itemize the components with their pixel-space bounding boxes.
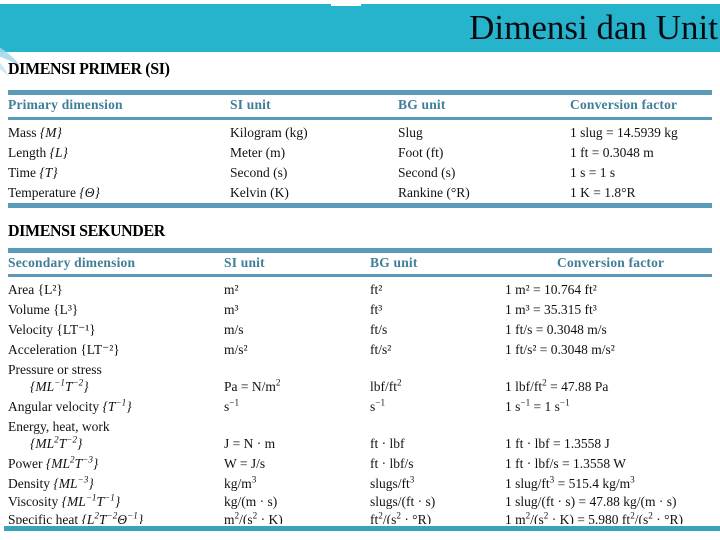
table-row: Temperature {Θ}: [8, 186, 100, 200]
cell-si-unit: Kilogram (kg): [230, 125, 308, 140]
cell-dimension-name: Time: [8, 165, 37, 180]
secondary-col-header-bg: BG unit: [370, 256, 418, 270]
table-row: Volume {L³}: [8, 302, 79, 317]
table-row: Acceleration {LT⁻²}: [8, 342, 120, 357]
section-title-sekunder: DIMENSI SEKUNDER: [8, 221, 165, 240]
page-title: Dimensi dan Unit: [469, 7, 718, 47]
secondary-table-top-rule: [8, 248, 712, 253]
cell-si-unit: m²: [224, 282, 239, 297]
cell-bg-unit: ft/s²: [370, 342, 392, 357]
cell-conversion: 1 ft · lbf/s = 1.3558 W: [505, 456, 626, 471]
cell-bg-unit: ft · lbf: [370, 436, 405, 451]
cell-conversion: 1 K = 1.8°R: [570, 185, 636, 200]
cell-bg-unit: slugs/ft3: [370, 474, 415, 491]
cell-si-unit: m/s: [224, 322, 244, 337]
cell-bg-unit: Rankine (°R): [398, 185, 470, 200]
table-row: Specific heat {L2T−2Θ−1}: [8, 510, 144, 524]
cell-bg-unit: ft2/(s2 · °R): [370, 510, 432, 524]
cell-bg-unit: Foot (ft): [398, 145, 444, 160]
cell-conversion: 1 m2/(s2 · K) = 5.980 ft2/(s2 · °R): [505, 510, 684, 524]
primary-col-header-bg: BG unit: [398, 97, 446, 112]
primary-col-header-si: SI unit: [230, 97, 271, 112]
cell-bg-unit: Slug: [398, 125, 423, 140]
cell-dimension-symbol: {Θ}: [79, 185, 100, 200]
cell-bg-unit: ft²: [370, 282, 383, 297]
secondary-col-header-conversion: Conversion factor: [557, 256, 665, 270]
cell-conversion: 1 ft/s² = 0.3048 m/s²: [505, 342, 615, 357]
cell-conversion: 1 slug = 14.5939 kg: [570, 125, 678, 140]
table-row: Power {ML2T−3}: [8, 454, 99, 471]
cell-si-unit: kg/m3: [224, 474, 257, 491]
cell-dimension-name: Temperature: [8, 185, 77, 200]
cell-conversion: 1 slug/(ft · s) = 47.88 kg/(m · s): [505, 494, 677, 509]
table-row: Length {L}: [8, 146, 68, 160]
table-row: Velocity {LT⁻¹}: [8, 322, 96, 337]
cell-conversion: 1 ft/s = 0.3048 m/s: [505, 322, 607, 337]
cell-si-unit: Second (s): [230, 165, 288, 180]
table-row: Time {T}: [8, 166, 58, 180]
cell-si-unit: J = N · m: [224, 436, 276, 451]
cell-dimension-symbol: {L}: [49, 145, 68, 160]
cell-si-unit: Pa = N/m2: [224, 377, 281, 394]
table-row: Angular velocity {T−1}: [8, 397, 132, 414]
cell-si-unit: m³: [224, 302, 239, 317]
slide-header-band: Dimensi dan Unit: [0, 4, 720, 52]
primary-table-top-rule: [8, 90, 712, 95]
cell-conversion: 1 s−1 = 1 s−1: [505, 397, 570, 414]
cell-bg-unit: Second (s): [398, 165, 456, 180]
cell-bg-unit: ft/s: [370, 322, 388, 337]
cell-conversion: 1 ft · lbf = 1.3558 J: [505, 436, 610, 451]
cell-conversion: 1 s = 1 s: [570, 165, 616, 180]
primary-table-bottom-rule: [8, 203, 712, 208]
cell-si-unit: m2/(s2 · K): [224, 510, 283, 524]
cell-conversion: 1 m² = 10.764 ft²: [505, 282, 597, 297]
cell-si-unit: kg/(m · s): [224, 494, 278, 509]
cell-conversion: 1 slug/ft3 = 515.4 kg/m3: [505, 474, 635, 491]
secondary-col-header-dimension: Secondary dimension: [8, 256, 136, 270]
table-row: Mass {M}: [8, 126, 62, 140]
secondary-col-header-si: SI unit: [224, 256, 265, 270]
cell-dimension-symbol: {T}: [39, 165, 58, 180]
cell-si-unit: W = J/s: [224, 456, 266, 471]
section-title-primer: DIMENSI PRIMER (SI): [8, 59, 170, 78]
table-row: Energy, heat, work: [8, 419, 110, 434]
cell-dimension-name: Mass: [8, 125, 37, 140]
cell-si-unit: Kelvin (K): [230, 185, 289, 200]
primary-col-header-conversion: Conversion factor: [570, 97, 678, 112]
cell-conversion: 1 m³ = 35.315 ft³: [505, 302, 597, 317]
table-row: Viscosity {ML−1T−1}: [8, 492, 121, 509]
header-notch-decoration: [331, 4, 361, 6]
cell-dimension-name: Length: [8, 145, 47, 160]
cell-bg-unit: slugs/(ft · s): [370, 494, 436, 509]
table-row: Density {ML−3}: [8, 474, 94, 491]
cell-bg-unit: ft · lbf/s: [370, 456, 414, 471]
table-row: Area {L²}: [8, 282, 63, 297]
cell-bg-unit: s−1: [370, 397, 386, 414]
cell-si-unit: s−1: [224, 397, 240, 414]
secondary-table-bottom-rule: [4, 526, 720, 531]
cell-si-unit: Meter (m): [230, 145, 286, 160]
cell-dimension-symbol: {M}: [39, 125, 62, 140]
cell-bg-unit: ft³: [370, 302, 383, 317]
cell-bg-unit: lbf/ft2: [370, 377, 402, 394]
primary-table-header-rule: [8, 117, 712, 120]
cell-dimension-symbol: {ML2T−2}: [30, 434, 83, 451]
primary-col-header-dimension: Primary dimension: [8, 97, 123, 112]
cell-si-unit: m/s²: [224, 342, 248, 357]
cell-conversion: 1 lbf/ft2 = 47.88 Pa: [505, 377, 609, 394]
cell-conversion: 1 ft = 0.3048 m: [570, 145, 654, 160]
table-row: Pressure or stress: [8, 362, 102, 377]
cell-dimension-symbol: {ML−1T−2}: [30, 377, 89, 394]
